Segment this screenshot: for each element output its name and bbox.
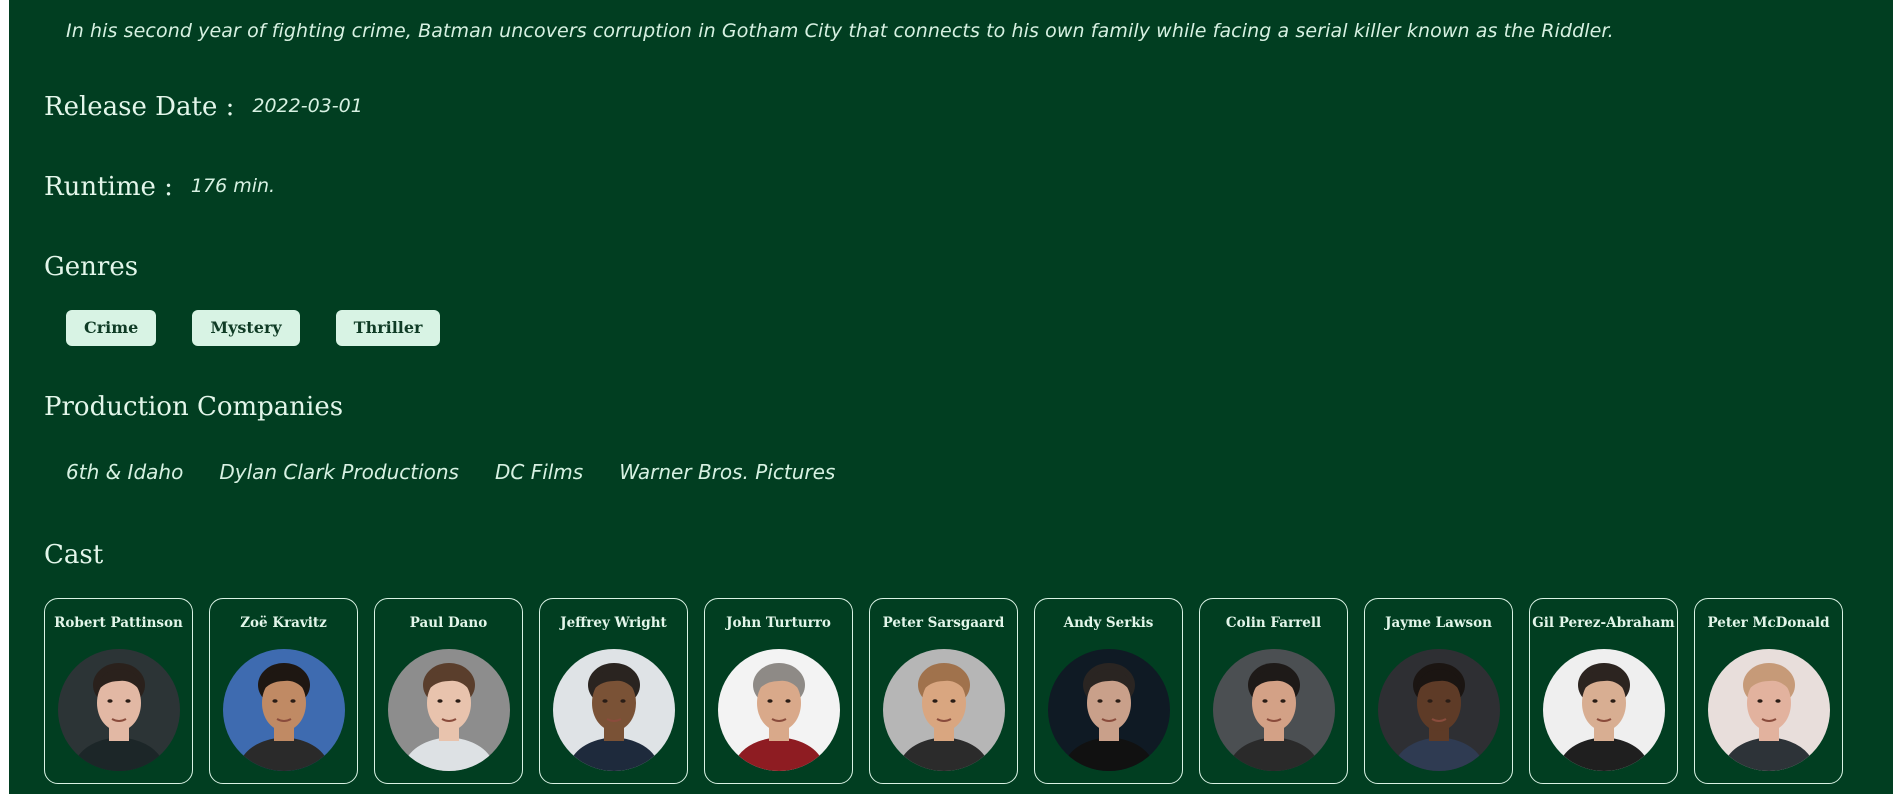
cast-card-paul-dano[interactable]: Paul Dano [374,598,523,784]
cast-member-name: Zoë Kravitz [240,615,327,631]
company-item: DC Films [494,460,584,484]
cast-member-name: John Turturro [726,615,831,631]
portrait-image [387,649,510,771]
cast-member-photo [387,649,510,771]
release-date-value: 2022-03-01 [252,95,363,117]
cast-member-photo [1047,649,1170,771]
cast-card-peter-mcdonald[interactable]: Peter McDonald [1694,598,1843,784]
runtime-row: Runtime : 176 min. [44,172,275,202]
company-item: Dylan Clark Productions [219,460,459,484]
cast-card-john-turturro[interactable]: John Turturro [704,598,853,784]
cast-card-jayme-lawson[interactable]: Jayme Lawson [1364,598,1513,784]
portrait-image [1707,649,1830,771]
cast-member-photo [882,649,1005,771]
movie-details-panel: In his second year of fighting crime, Ba… [9,0,1893,794]
portrait-image [222,649,345,771]
portrait-image [1047,649,1170,771]
portrait-image [552,649,675,771]
cast-member-name: Gil Perez-Abraham [1532,615,1675,631]
genres-heading: Genres [44,252,139,282]
cast-member-photo [1707,649,1830,771]
cast-card-jeffrey-wright[interactable]: Jeffrey Wright [539,598,688,784]
release-date-label: Release Date : [44,92,235,122]
cast-member-photo [552,649,675,771]
cast-card-robert-pattinson[interactable]: Robert Pattinson [44,598,193,784]
production-companies-heading: Production Companies [44,392,344,422]
cast-member-photo [57,649,180,771]
cast-member-photo [717,649,840,771]
company-item: 6th & Idaho [66,460,184,484]
runtime-label: Runtime : [44,172,173,202]
release-date-row: Release Date : 2022-03-01 [44,92,363,122]
cast-member-photo [1212,649,1335,771]
cast-member-name: Jeffrey Wright [560,615,667,631]
company-item: Warner Bros. Pictures [619,460,836,484]
cast-member-name: Paul Dano [409,615,488,631]
cast-member-photo [1377,649,1500,771]
genre-list: Crime Mystery Thriller [66,310,441,346]
portrait-image [1377,649,1500,771]
cast-card-colin-farrell[interactable]: Colin Farrell [1199,598,1348,784]
portrait-image [882,649,1005,771]
genre-chip-mystery[interactable]: Mystery [192,310,300,346]
cast-member-name: Robert Pattinson [54,615,183,631]
cast-member-name: Colin Farrell [1225,615,1322,631]
cast-member-photo [222,649,345,771]
cast-member-name: Peter Sarsgaard [882,615,1005,631]
portrait-image [1542,649,1665,771]
cast-member-name: Jayme Lawson [1385,615,1492,631]
cast-card-andy-serkis[interactable]: Andy Serkis [1034,598,1183,784]
portrait-image [57,649,180,771]
cast-card-zoe-kravitz[interactable]: Zoë Kravitz [209,598,358,784]
runtime-value: 176 min. [190,175,276,197]
cast-heading: Cast [44,540,104,570]
genre-chip-crime[interactable]: Crime [66,310,157,346]
cast-card-gil-perez-abraham[interactable]: Gil Perez-Abraham [1529,598,1678,784]
cast-list: Robert Pattinson Zoë Kravitz Paul Dano Jeff… [44,598,1843,784]
genre-chip-thriller[interactable]: Thriller [335,310,441,346]
portrait-image [1212,649,1335,771]
movie-overview: In his second year of fighting crime, Ba… [66,20,1614,42]
cast-card-peter-sarsgaard[interactable]: Peter Sarsgaard [869,598,1018,784]
cast-member-photo [1542,649,1665,771]
production-company-list: 6th & Idaho Dylan Clark Productions DC F… [66,460,835,484]
cast-member-name: Andy Serkis [1063,615,1154,631]
portrait-image [717,649,840,771]
cast-member-name: Peter McDonald [1707,615,1830,631]
